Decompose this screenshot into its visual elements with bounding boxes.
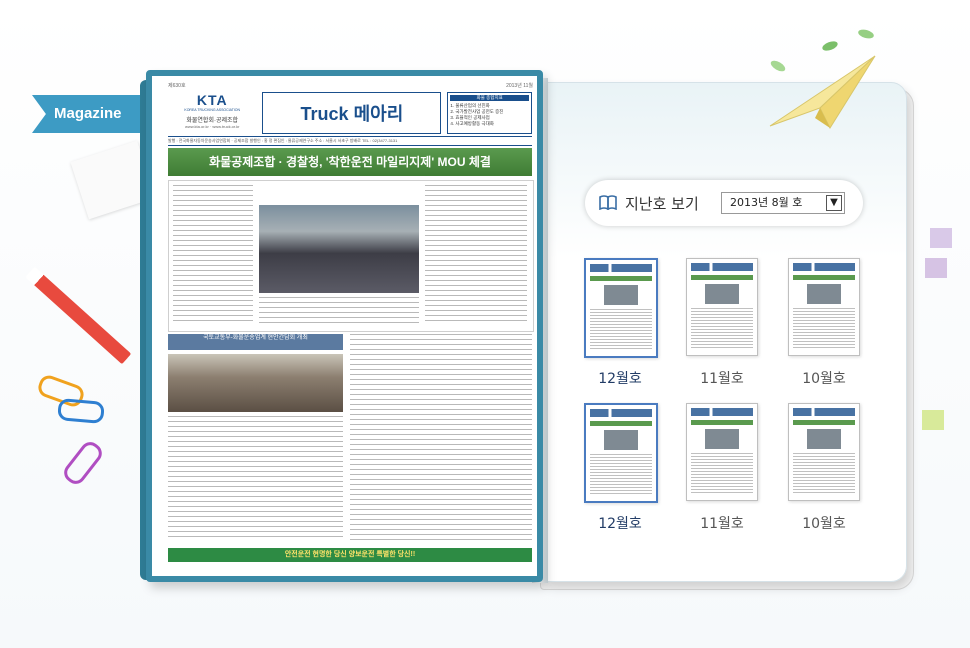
logo-url: www.kta.or.kr · www.truck.or.kr — [185, 124, 240, 129]
issue-thumbnail[interactable] — [686, 258, 758, 356]
thumbnail-cover — [590, 409, 652, 497]
magazine-tab: Magazine — [32, 95, 148, 133]
footer-slogan: 안전운전 현명한 당신 양보운전 특별한 당신!! — [168, 548, 532, 562]
issue-number: 제630호 — [168, 83, 186, 89]
thumbnail-cover — [691, 263, 753, 351]
sticky-tab — [922, 410, 944, 430]
issue-date: 2013년 11월 — [506, 83, 533, 89]
issue-select[interactable]: 2013년 8월 호 ▼ — [721, 192, 845, 214]
issue-thumbnail[interactable] — [584, 403, 658, 503]
thumbnail-cover — [793, 263, 855, 351]
index-box: 화물 종합지표 1. 물류산업의 선진화 2. 국가발전사업 공헌도 증진 3.… — [447, 92, 532, 134]
open-book-icon — [599, 195, 617, 210]
issue-thumbnail[interactable] — [686, 403, 758, 501]
headline: 화물공제조합 · 경찰청, '착한운전 마일리지제' MOU 체결 — [168, 148, 532, 176]
issue-thumbnail[interactable] — [788, 258, 860, 356]
thumbnail-label[interactable]: 11월호 — [687, 368, 757, 388]
paper-top-line: 제630호 2013년 11월 — [164, 82, 537, 89]
logo-text: KTA — [196, 92, 228, 108]
publication-info: 발행 : 전국화물자동차운송사업연합회 · 공제조합 발행인 : 홍 정 편집인… — [168, 136, 532, 146]
newspaper-cover[interactable]: 제630호 2013년 11월 KTA KOREA TRUCKING ASSOC… — [164, 82, 537, 570]
issue-thumbnail[interactable] — [788, 403, 860, 501]
article-column — [425, 185, 527, 325]
thumbnail-label[interactable]: 10월호 — [789, 513, 859, 533]
archive-selector: 지난호 보기 2013년 8월 호 ▼ — [585, 180, 863, 226]
lower-article-text — [168, 416, 343, 540]
thumbnail-label[interactable]: 12월호 — [585, 368, 655, 388]
sticky-tab — [930, 228, 952, 248]
lower-section: 국토교통부-화물운송업계 현안간담회 개최 — [168, 334, 532, 544]
magazine-tab-label: Magazine — [54, 105, 122, 122]
meeting-photo — [168, 354, 343, 412]
archive-label: 지난호 보기 — [625, 195, 699, 213]
kta-logo: KTA KOREA TRUCKING ASSOCIATION 화물연합회·공제조… — [168, 92, 256, 134]
paperclip-icon — [57, 398, 105, 424]
logo-korean: 화물연합회·공제조합 — [186, 118, 239, 124]
lead-article — [168, 180, 534, 332]
lower-article-title: 국토교통부-화물운송업계 현안간담회 개최 — [168, 334, 343, 350]
thumbnail-cover — [590, 264, 652, 352]
issue-select-value: 2013년 8월 호 — [730, 196, 803, 209]
sticky-tab — [925, 258, 947, 278]
logo-subtitle: KOREA TRUCKING ASSOCIATION — [184, 108, 241, 112]
left-page: 제630호 2013년 11월 KTA KOREA TRUCKING ASSOC… — [146, 70, 543, 582]
photo-caption — [259, 297, 419, 327]
thumbnail-label[interactable]: 12월호 — [585, 513, 655, 533]
thumbnail-cover — [793, 408, 855, 496]
lower-article-text — [350, 334, 532, 540]
masthead: KTA KOREA TRUCKING ASSOCIATION 화물연합회·공제조… — [168, 92, 532, 134]
chevron-down-icon[interactable]: ▼ — [826, 195, 842, 211]
article-photo — [259, 205, 419, 293]
thumbnail-label[interactable]: 10월호 — [789, 368, 859, 388]
thumbnail-label[interactable]: 11월호 — [687, 513, 757, 533]
newspaper-title: Truck 메아리 — [262, 92, 442, 134]
index-item: 4. 사고예방활동 극대화 — [450, 121, 494, 126]
thumbnail-cover — [691, 408, 753, 496]
article-column — [173, 185, 253, 325]
issue-thumbnail[interactable] — [584, 258, 658, 358]
index-heading: 화물 종합지표 — [450, 95, 529, 101]
